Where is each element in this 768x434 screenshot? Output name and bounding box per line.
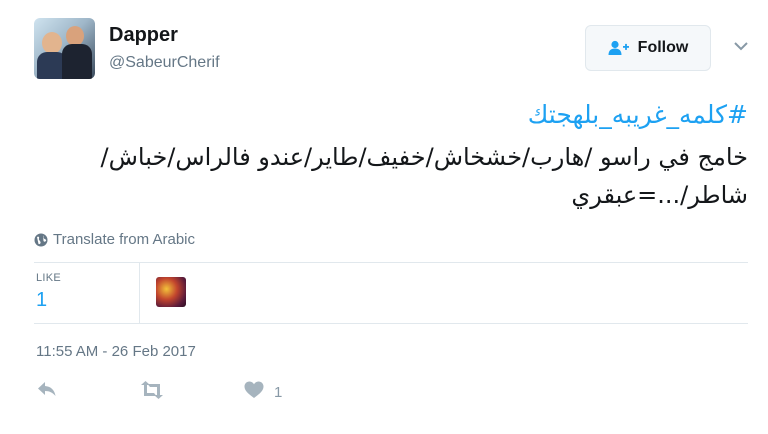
tweet-text: خامج في راسو /هارب/خشخاش/خفيف/طاير/عندو … <box>100 143 749 209</box>
like-button[interactable]: 1 <box>244 381 282 404</box>
translate-link[interactable]: Translate from Arabic <box>34 231 195 248</box>
timestamp[interactable]: 11:55 AM - 26 Feb 2017 <box>36 343 196 360</box>
hashtag-link[interactable]: #كلمه_غريبه_بلهجتك <box>30 96 748 134</box>
like-action-count: 1 <box>274 384 283 401</box>
like-stat-count[interactable]: 1 <box>36 289 47 312</box>
follow-label: Follow <box>637 39 689 56</box>
chevron-down-icon[interactable] <box>733 40 749 52</box>
retweet-icon <box>139 381 165 404</box>
divider <box>34 262 748 263</box>
translate-label: Translate from Arabic <box>53 231 195 248</box>
user-name[interactable]: Dapper <box>109 24 178 47</box>
retweet-button[interactable] <box>139 381 165 404</box>
like-stat-label: LIKE <box>36 272 62 284</box>
stats-separator <box>139 263 140 323</box>
divider <box>34 323 748 324</box>
heart-icon <box>244 381 264 404</box>
reply-button[interactable] <box>37 381 57 402</box>
liker-avatar[interactable] <box>156 277 186 307</box>
follow-button[interactable]: Follow <box>585 25 711 71</box>
follow-icon <box>608 40 630 56</box>
globe-icon <box>34 233 48 247</box>
avatar[interactable] <box>34 18 95 79</box>
user-handle[interactable]: @SabeurCherif <box>109 54 220 72</box>
reply-icon <box>37 381 57 402</box>
